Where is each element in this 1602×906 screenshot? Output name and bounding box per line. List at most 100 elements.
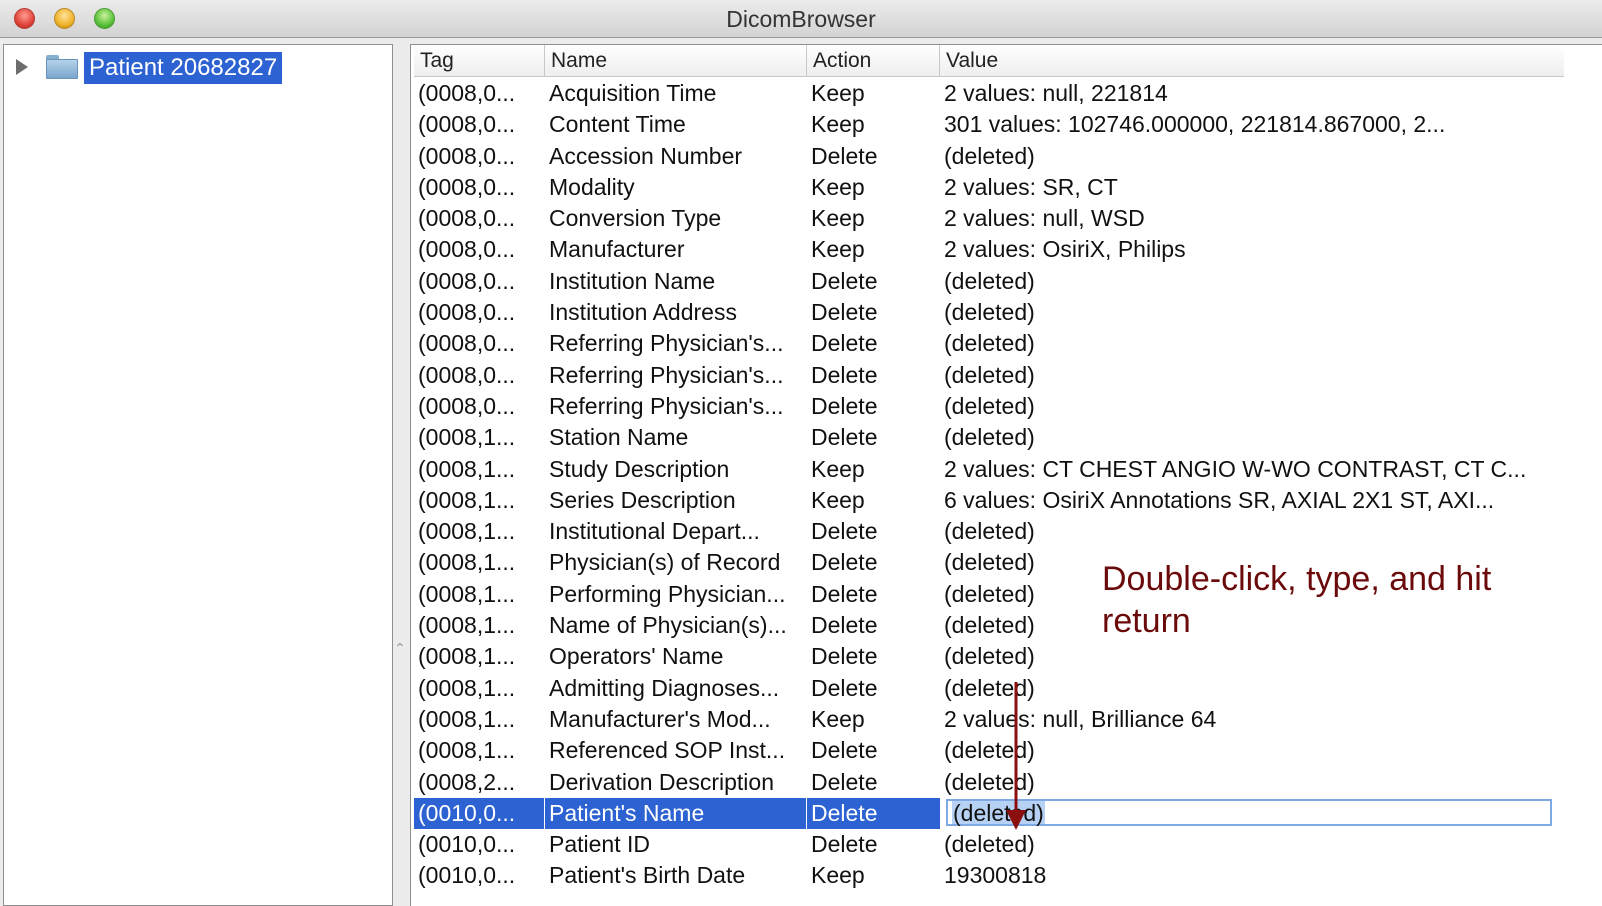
value-edit-field[interactable]: (deleted) <box>946 798 1552 826</box>
annotation-arrow-icon <box>1006 682 1026 830</box>
cell-tag: (0008,0... <box>418 267 516 294</box>
cell-value[interactable]: (deleted) <box>940 297 1570 328</box>
cell-value[interactable]: (deleted) <box>940 829 1570 860</box>
cell-value[interactable]: (deleted) <box>940 516 1570 547</box>
cell-name: Physician(s) of Record <box>549 549 781 576</box>
table-header: Tag Name Action Value <box>414 45 1564 77</box>
table-row[interactable]: (0008,0... Referring Physician's... Delete… <box>414 360 1602 391</box>
tree-item-label[interactable]: Patient 20682827 <box>84 52 283 84</box>
cell-tag: (0008,1... <box>418 424 516 451</box>
cell-tag: (0008,1... <box>418 643 516 670</box>
table-row[interactable]: (0008,1... Series Description Keep 6 values… <box>414 485 1602 516</box>
cell-action: Delete <box>811 299 878 326</box>
cell-tag: (0008,1... <box>418 705 516 732</box>
cell-tag: (0008,1... <box>418 580 516 607</box>
table-row[interactable]: (0008,0... Acquisition Time Keep 2 values: … <box>414 78 1602 109</box>
cell-name: Conversion Type <box>549 205 722 232</box>
cell-tag: (0008,0... <box>418 361 516 388</box>
cell-tag: (0008,1... <box>418 549 516 576</box>
cell-value[interactable]: 2 values: null, Brilliance 64 <box>940 704 1570 735</box>
cell-action: Delete <box>811 737 878 764</box>
cell-value[interactable]: (deleted) <box>940 141 1570 172</box>
cell-action: Delete <box>811 549 878 576</box>
cell-tag: (0008,1... <box>418 455 516 482</box>
cell-value[interactable]: 301 values: 102746.000000, 221814.867000… <box>940 109 1570 140</box>
table-row[interactable]: (0008,0... Referring Physician's... Delete… <box>414 391 1602 422</box>
table-row[interactable]: (0008,1... Institutional Depart... Delete (… <box>414 516 1602 547</box>
cell-tag: (0008,0... <box>418 111 516 138</box>
table-row[interactable]: (0008,0... Content Time Keep 301 values: 10… <box>414 109 1602 140</box>
cell-action: Keep <box>811 205 865 232</box>
cell-name: Performing Physician... <box>549 580 786 607</box>
cell-value[interactable]: (deleted) <box>940 266 1570 297</box>
splitter-grip-icon[interactable]: ⌃ <box>394 640 406 657</box>
table-row[interactable]: (0010,0... Patient ID Delete (deleted) <box>414 829 1602 860</box>
cell-action: Delete <box>811 518 878 545</box>
cell-name: Station Name <box>549 424 689 451</box>
cell-name: Modality <box>549 173 635 200</box>
cell-tag: (0008,0... <box>418 236 516 263</box>
cell-action: Keep <box>811 80 865 106</box>
cell-value[interactable]: (deleted) <box>940 767 1570 798</box>
cell-value[interactable]: (deleted) <box>940 673 1570 704</box>
cell-value[interactable]: (deleted) <box>940 422 1570 453</box>
cell-value[interactable]: 2 values: null, WSD <box>940 203 1570 234</box>
cell-name: Institution Name <box>549 267 716 294</box>
cell-tag: (0008,1... <box>418 674 516 701</box>
column-header-value[interactable]: Value <box>940 45 1564 76</box>
cell-tag: (0008,0... <box>418 299 516 326</box>
cell-value[interactable]: (deleted) <box>940 328 1570 359</box>
cell-tag: (0010,0... <box>414 797 545 829</box>
cell-value[interactable]: 2 values: SR, CT <box>940 172 1570 203</box>
table-row[interactable]: (0008,0... Institution Name Delete (deleted… <box>414 266 1602 297</box>
window-title: DicomBrowser <box>726 6 876 32</box>
table-row[interactable]: (0008,1... Station Name Delete (deleted) <box>414 422 1602 453</box>
cell-tag: (0008,0... <box>418 392 516 419</box>
cell-name: Referring Physician's... <box>549 330 784 357</box>
column-header-tag[interactable]: Tag <box>414 45 545 76</box>
cell-name: Institutional Depart... <box>549 518 760 545</box>
cell-value[interactable]: 2 values: null, 221814 <box>940 78 1570 109</box>
cell-action: Delete <box>811 674 878 701</box>
cell-tag: (0008,1... <box>418 612 516 639</box>
table-row[interactable]: (0008,0... Modality Keep 2 values: SR, CT <box>414 172 1602 203</box>
cell-tag: (0008,0... <box>418 173 516 200</box>
cell-action: Delete <box>811 267 878 294</box>
cell-value[interactable]: (deleted) <box>940 641 1570 672</box>
cell-action: Delete <box>811 612 878 639</box>
cell-action: Keep <box>811 173 865 200</box>
cell-tag: (0008,0... <box>418 80 516 106</box>
cell-name: Manufacturer <box>549 236 685 263</box>
cell-name: Patient's Birth Date <box>549 862 746 889</box>
cell-value[interactable]: 19300818 <box>940 860 1570 891</box>
cell-value[interactable]: 6 values: OsiriX Annotations SR, AXIAL 2… <box>940 485 1570 516</box>
selected-text: (deleted) <box>952 799 1045 826</box>
cell-value[interactable]: 2 values: OsiriX, Philips <box>940 234 1570 265</box>
instruction-annotation: Double-click, type, and hit return <box>1102 560 1492 640</box>
cell-name: Operators' Name <box>549 643 724 670</box>
table-row[interactable]: (0008,0... Referring Physician's... Delete… <box>414 328 1602 359</box>
cell-tag: (0008,2... <box>418 768 516 795</box>
cell-value[interactable]: (deleted) <box>940 391 1570 422</box>
cell-value[interactable]: 2 values: CT CHEST ANGIO W-WO CONTRAST, … <box>940 454 1570 485</box>
table-row[interactable]: (0008,0... Institution Address Delete (dele… <box>414 297 1602 328</box>
cell-name: Series Description <box>549 486 736 513</box>
table-row[interactable]: (0008,1... Study Description Keep 2 values:… <box>414 454 1602 485</box>
cell-name: Name of Physician(s)... <box>549 612 787 639</box>
table-row[interactable]: (0008,0... Conversion Type Keep 2 values: n… <box>414 203 1602 234</box>
cell-tag: (0008,1... <box>418 518 516 545</box>
table-row[interactable]: (0008,1... Operators' Name Delete (deleted) <box>414 641 1602 672</box>
patient-tree[interactable]: Patient 20682827 <box>3 44 393 906</box>
cell-name: Derivation Description <box>549 768 774 795</box>
table-row[interactable]: (0008,0... Manufacturer Keep 2 values: Osir… <box>414 234 1602 265</box>
column-header-name[interactable]: Name <box>545 45 807 76</box>
folder-icon <box>46 55 78 79</box>
table-row[interactable]: (0010,0... Patient's Birth Date Keep 193008… <box>414 860 1602 891</box>
cell-value[interactable]: (deleted) <box>940 360 1570 391</box>
disclosure-triangle-icon[interactable] <box>16 59 28 75</box>
cell-action: Delete <box>811 768 878 795</box>
cell-action: Keep <box>811 486 865 513</box>
column-header-action[interactable]: Action <box>807 45 940 76</box>
table-row[interactable]: (0008,0... Accession Number Delete (deleted… <box>414 141 1602 172</box>
cell-value[interactable]: (deleted) <box>940 735 1570 766</box>
